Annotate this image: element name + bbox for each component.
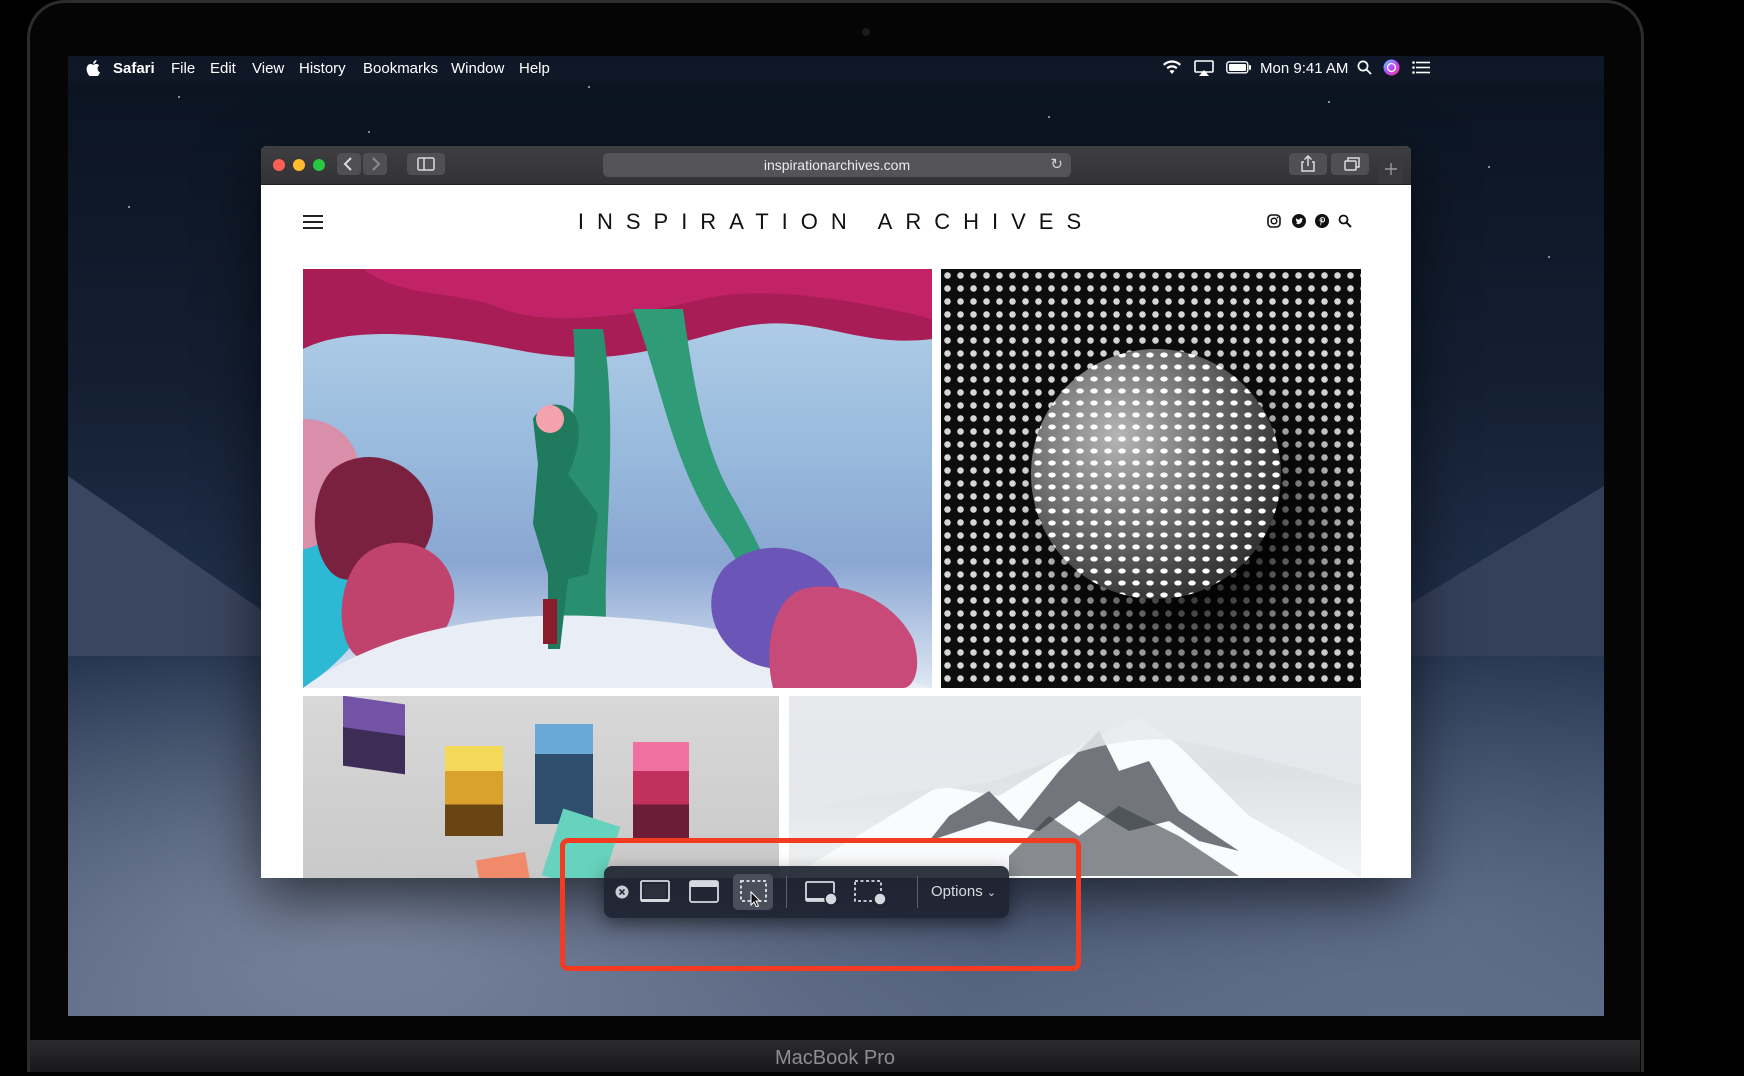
menu-file[interactable]: File [171,61,195,77]
chevron-down-icon: ⌄ [986,887,997,899]
share-button[interactable] [1289,153,1327,175]
sidebar-button[interactable] [407,153,445,175]
sidebar-icon [417,157,435,171]
record-selection-icon [854,880,887,906]
entire-screen-icon [640,880,670,902]
capture-selection-button[interactable] [733,874,773,910]
pinterest-icon[interactable] [1315,214,1329,228]
record-selection-button[interactable] [848,874,888,910]
airplay-icon[interactable] [1194,60,1214,76]
halftone-sphere-image[interactable] [941,269,1361,688]
selection-icon [740,880,767,907]
menu-view[interactable]: View [252,61,284,77]
safari-toolbar: inspirationarchives.com ↻ [261,146,1411,185]
options-label: Options [931,883,983,900]
menu-edit[interactable]: Edit [210,61,236,77]
forward-button[interactable] [363,153,387,175]
menu-history[interactable]: History [299,61,346,77]
back-icon [343,157,352,171]
sphere [1031,349,1281,599]
device-label: MacBook Pro [774,1047,896,1069]
window-icon [689,880,719,903]
apple-icon[interactable] [86,60,100,76]
menu-bar: Safari File Edit View History Bookmarks … [68,56,1604,81]
forest-illustration[interactable] [303,269,932,688]
toolbar-divider [917,876,918,908]
menu-app-safari[interactable]: Safari [113,61,155,77]
options-menu-button[interactable]: Options ⌄ [931,866,996,918]
show-tabs-button[interactable] [1331,153,1369,175]
new-tab-icon [1385,163,1397,175]
spotlight-icon[interactable] [1357,60,1372,75]
capture-window-button[interactable] [683,874,723,910]
capture-entire-screen-button[interactable] [634,874,674,910]
share-icon [1301,154,1315,172]
instagram-icon[interactable] [1267,214,1281,228]
toolbar-divider [786,876,787,908]
new-tab-button[interactable] [1379,157,1403,184]
camera [862,28,870,36]
reload-icon[interactable]: ↻ [1050,153,1063,177]
address-bar[interactable]: inspirationarchives.com ↻ [603,153,1071,177]
tabs-icon [1344,157,1360,171]
close-icon[interactable] [615,885,629,899]
menu-clock[interactable]: Mon 9:41 AM [1260,61,1348,77]
laptop-chin: MacBook Pro [30,1040,1640,1072]
url-text: inspirationarchives.com [763,157,911,173]
web-page: INSPIRATION ARCHIVES [261,185,1411,878]
menu-help[interactable]: Help [519,61,550,77]
back-button[interactable] [337,153,361,175]
record-entire-screen-button[interactable] [799,874,839,910]
wifi-icon[interactable] [1162,60,1182,75]
site-title[interactable]: INSPIRATION ARCHIVES [261,209,1411,235]
forward-icon [372,157,381,171]
close-window-button[interactable] [273,159,285,171]
battery-icon[interactable] [1226,61,1252,74]
menu-window[interactable]: Window [451,61,504,77]
twitter-icon[interactable] [1292,214,1306,228]
notification-center-icon[interactable] [1412,61,1430,74]
siri-icon[interactable] [1383,59,1400,76]
safari-window: inspirationarchives.com ↻ INSPIRATION AR… [261,146,1411,878]
minimize-window-button[interactable] [293,159,305,171]
menu-bookmarks[interactable]: Bookmarks [363,61,438,77]
record-screen-icon [805,881,838,906]
zoom-window-button[interactable] [313,159,325,171]
search-icon[interactable] [1338,214,1352,228]
screenshot-toolbar: Options ⌄ [604,866,1009,918]
